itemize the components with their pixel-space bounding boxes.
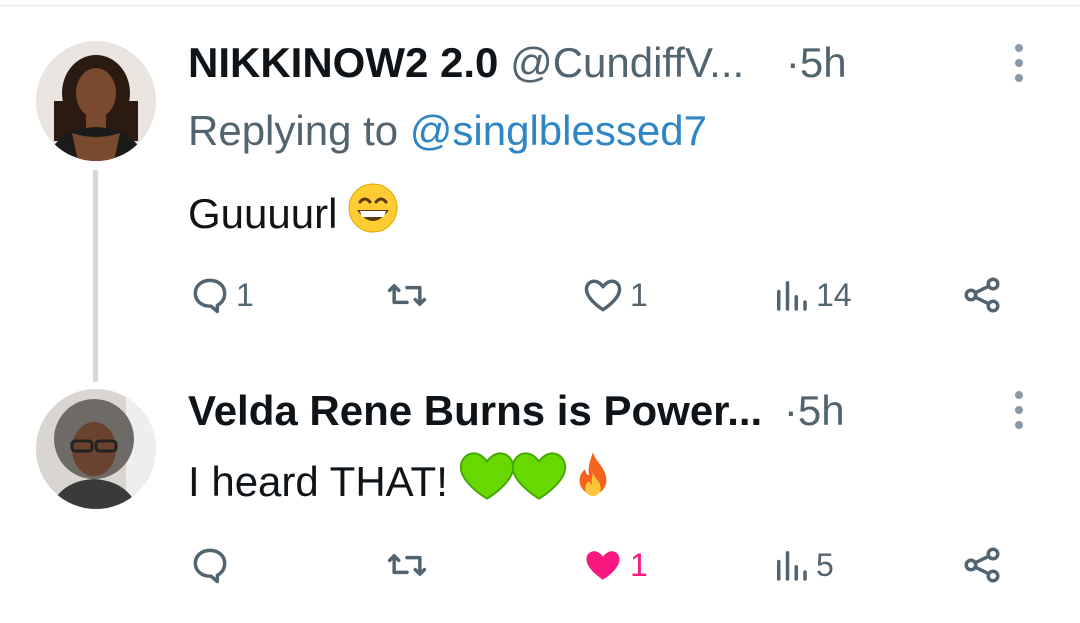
like-count: 1 xyxy=(630,276,648,313)
share-button[interactable] xyxy=(960,540,1004,590)
green-heart-icon xyxy=(510,451,568,512)
replying-to: Replying to @singlblessed7 xyxy=(188,106,707,156)
tweet-text-content: I heard THAT! xyxy=(188,457,448,505)
display-name[interactable]: Velda Rene Burns is Power... xyxy=(188,387,762,434)
share-icon xyxy=(960,273,1004,317)
tweet-text: Guuuurl xyxy=(188,182,399,245)
display-name[interactable]: NIKKINOW2 2.0 xyxy=(188,39,498,86)
grinning-face-emoji-icon xyxy=(347,182,399,245)
reply-button[interactable]: 1 xyxy=(188,270,254,320)
fire-icon xyxy=(570,450,616,513)
views-chart-icon xyxy=(770,273,812,317)
views-button[interactable]: 5 xyxy=(770,540,834,590)
green-heart-icon xyxy=(458,451,516,512)
tweet-text: I heard THAT! xyxy=(188,450,616,513)
tweet-text-content: Guuuurl xyxy=(188,189,338,237)
separator-dot: · xyxy=(783,387,798,434)
retweet-button[interactable] xyxy=(384,270,434,320)
retweet-icon xyxy=(384,273,430,317)
reply-count: 1 xyxy=(236,276,254,313)
views-button[interactable]: 14 xyxy=(770,270,852,320)
views-count: 5 xyxy=(816,546,834,583)
share-icon xyxy=(960,543,1004,587)
tweet-header: NIKKINOW2 2.0 @CundiffV... ·5h xyxy=(188,38,847,88)
replying-to-handle-link[interactable]: @singlblessed7 xyxy=(410,107,707,154)
reply-icon xyxy=(188,273,232,317)
like-button[interactable]: 1 xyxy=(580,540,648,590)
separator-dot: · xyxy=(785,39,800,86)
tweet-actions: 1 1 14 xyxy=(188,270,1008,320)
reply-icon xyxy=(188,543,232,587)
like-button[interactable]: 1 xyxy=(580,270,648,320)
tweet-header: Velda Rene Burns is Power... ·5h xyxy=(188,386,845,436)
heart-outline-icon xyxy=(580,273,626,317)
more-options-icon[interactable] xyxy=(1014,44,1024,82)
more-options-icon[interactable] xyxy=(1014,391,1024,429)
views-chart-icon xyxy=(770,543,812,587)
retweet-button[interactable] xyxy=(384,540,434,590)
top-divider xyxy=(0,5,1080,6)
thread-connector-line xyxy=(93,170,98,382)
replying-prefix: Replying to xyxy=(188,107,410,154)
heart-filled-icon xyxy=(580,543,626,587)
views-count: 14 xyxy=(816,276,852,313)
timestamp[interactable]: 5h xyxy=(798,387,845,434)
handle[interactable]: @CundiffV... xyxy=(510,39,744,86)
like-count: 1 xyxy=(630,546,648,583)
tweet-actions: 1 5 xyxy=(188,540,1008,590)
avatar[interactable] xyxy=(36,389,156,509)
reply-button[interactable] xyxy=(188,540,236,590)
timestamp[interactable]: 5h xyxy=(800,39,847,86)
share-button[interactable] xyxy=(960,270,1004,320)
avatar[interactable] xyxy=(36,41,156,161)
retweet-icon xyxy=(384,543,430,587)
